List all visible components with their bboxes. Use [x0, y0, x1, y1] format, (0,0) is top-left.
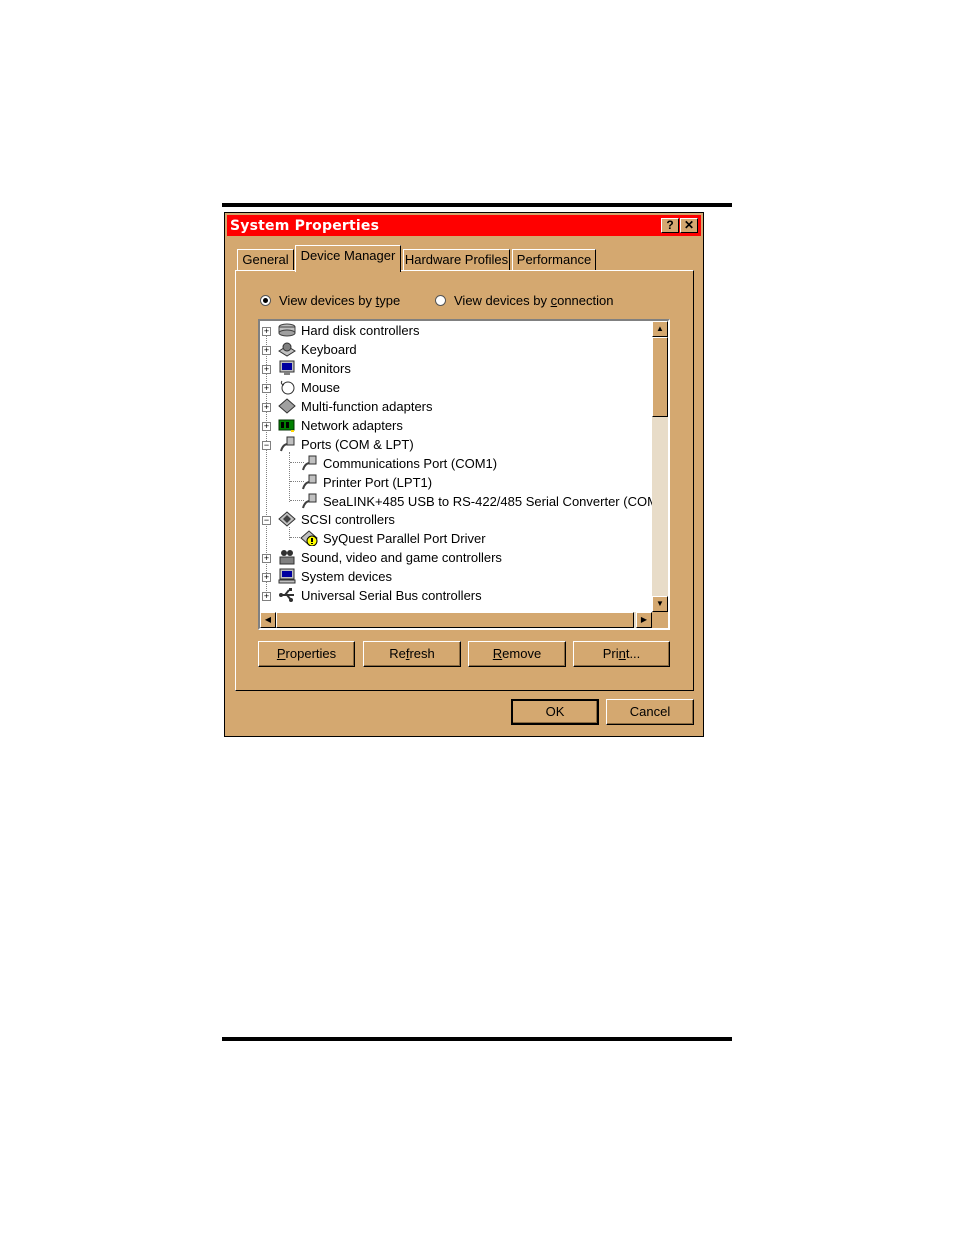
properties-button[interactable]: Properties [258, 641, 355, 667]
arrow-down-icon: ▼ [656, 599, 664, 608]
usb-icon [278, 587, 296, 603]
expand-toggle[interactable]: + [262, 365, 271, 374]
tree-item-lpt1[interactable]: Printer Port (LPT1) [300, 473, 432, 491]
arrow-left-icon: ◀ [264, 615, 272, 624]
tree-item-label: Mouse [301, 379, 341, 395]
tree-item-label: SeaLINK+485 USB to RS-422/485 Serial Con… [323, 493, 666, 509]
view-by-connection-label: View devices by connection [454, 293, 614, 308]
tab-performance[interactable]: Performance [512, 249, 596, 271]
tree-item-label: Universal Serial Bus controllers [301, 587, 482, 603]
tree-item-label: Keyboard [301, 341, 357, 357]
collapse-toggle[interactable]: − [262, 441, 271, 450]
port-icon [278, 436, 296, 452]
port-icon [300, 455, 318, 471]
system-properties-dialog: System Properties ? ✕ General Device Man… [224, 212, 704, 737]
tree-item-mouse[interactable]: Mouse [278, 378, 340, 396]
network-card-icon [278, 417, 296, 433]
scroll-down-button[interactable]: ▼ [652, 596, 668, 612]
sound-icon [278, 549, 296, 565]
tree-item-label: SyQuest Parallel Port Driver [323, 530, 486, 546]
expand-toggle[interactable]: + [262, 592, 271, 601]
ok-button[interactable]: OK [511, 699, 599, 725]
tree-item-scsi-controllers[interactable]: SCSI controllers [278, 510, 395, 528]
tree-item-network-adapters[interactable]: Network adapters [278, 416, 403, 434]
expand-toggle[interactable]: + [262, 573, 271, 582]
scsi-icon [278, 511, 296, 527]
keyboard-icon [278, 341, 296, 357]
vertical-scrollbar[interactable]: ▲ ▼ [652, 321, 668, 612]
device-tree[interactable]: + Hard disk controllers + Keyboard + Mon… [258, 319, 670, 630]
tree-item-sealink-converter[interactable]: SeaLINK+485 USB to RS-422/485 Serial Con… [300, 492, 665, 510]
tree-item-multi-function-adapters[interactable]: Multi-function adapters [278, 397, 433, 415]
expand-toggle[interactable]: + [262, 422, 271, 431]
tab-hardware-profiles[interactable]: Hardware Profiles [403, 249, 510, 271]
tree-item-label: Printer Port (LPT1) [323, 474, 433, 490]
port-icon [300, 493, 318, 509]
horizontal-scrollbar[interactable]: ◀ ▶ [260, 612, 652, 628]
computer-icon [278, 568, 296, 584]
mouse-icon [278, 379, 296, 395]
remove-button[interactable]: Remove [468, 641, 566, 667]
monitor-icon [278, 360, 296, 376]
dialog-title: System Properties [230, 218, 380, 234]
cancel-button[interactable]: Cancel [606, 699, 694, 725]
close-icon: ✕ [683, 218, 695, 232]
scroll-right-button[interactable]: ▶ [636, 612, 652, 628]
tree-item-label: Monitors [301, 360, 351, 376]
horizontal-scroll-thumb[interactable] [276, 612, 634, 628]
scsi-warning-icon [300, 530, 318, 547]
tree-item-keyboard[interactable]: Keyboard [278, 340, 357, 358]
close-button[interactable]: ✕ [680, 218, 698, 233]
tree-item-label: Multi-function adapters [301, 398, 433, 414]
view-by-type-label: View devices by type [279, 293, 401, 308]
view-by-connection-radio[interactable]: View devices by connection [435, 293, 613, 308]
bottom-rule [222, 1037, 732, 1041]
view-by-type-radio[interactable]: View devices by type [260, 293, 400, 308]
expand-toggle[interactable]: + [262, 384, 271, 393]
tree-item-com1[interactable]: Communications Port (COM1) [300, 454, 497, 472]
expand-toggle[interactable]: + [262, 403, 271, 412]
multifunction-icon [278, 398, 296, 414]
vertical-scroll-thumb[interactable] [652, 337, 668, 417]
tree-item-monitors[interactable]: Monitors [278, 359, 351, 377]
arrow-up-icon: ▲ [656, 324, 664, 333]
tree-item-sound-video-game[interactable]: Sound, video and game controllers [278, 548, 502, 566]
scroll-up-button[interactable]: ▲ [652, 321, 668, 337]
tab-general[interactable]: General [237, 249, 294, 271]
print-button[interactable]: Print... [573, 641, 670, 667]
tree-item-label: Hard disk controllers [301, 322, 420, 338]
expand-toggle[interactable]: + [262, 346, 271, 355]
tree-item-label: System devices [301, 568, 393, 584]
title-bar[interactable]: System Properties ? ✕ [227, 215, 701, 236]
help-icon: ? [666, 218, 674, 232]
refresh-button[interactable]: Refresh [363, 641, 461, 667]
tree-item-usb-controllers[interactable]: Universal Serial Bus controllers [278, 586, 482, 604]
tree-item-ports[interactable]: Ports (COM & LPT) [278, 435, 414, 453]
tree-item-system-devices[interactable]: System devices [278, 567, 392, 585]
radio-unselected-icon [435, 295, 446, 306]
tree-item-label: SCSI controllers [301, 511, 395, 527]
help-button[interactable]: ? [661, 218, 679, 233]
hard-disk-icon [278, 322, 296, 338]
expand-toggle[interactable]: + [262, 554, 271, 563]
top-rule [222, 203, 732, 207]
tab-device-manager[interactable]: Device Manager [295, 245, 401, 272]
collapse-toggle[interactable]: − [262, 516, 271, 525]
tree-item-syquest-driver[interactable]: SyQuest Parallel Port Driver [300, 529, 486, 547]
tree-item-label: Communications Port (COM1) [323, 455, 498, 471]
arrow-right-icon: ▶ [640, 615, 648, 624]
tree-item-hard-disk-controllers[interactable]: Hard disk controllers [278, 321, 420, 339]
expand-toggle[interactable]: + [262, 327, 271, 336]
tree-item-label: Ports (COM & LPT) [301, 436, 414, 452]
radio-selected-icon [260, 295, 271, 306]
port-icon [300, 474, 318, 490]
scroll-left-button[interactable]: ◀ [260, 612, 276, 628]
tree-item-label: Network adapters [301, 417, 403, 433]
scrollbar-corner [652, 612, 668, 628]
tree-item-label: Sound, video and game controllers [301, 549, 502, 565]
